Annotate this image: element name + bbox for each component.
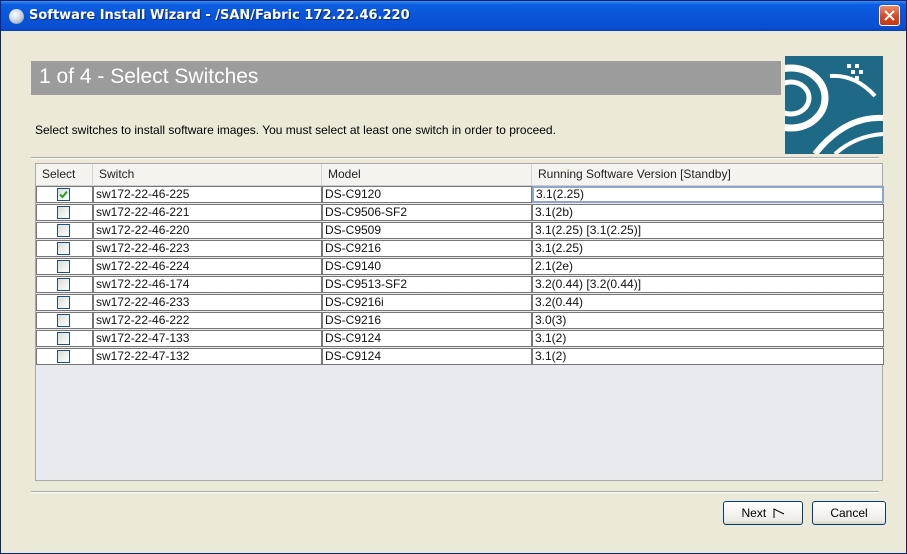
column-header-model[interactable]: Model: [322, 164, 532, 185]
switch-cell[interactable]: sw172-22-47-133: [93, 330, 322, 347]
table-row[interactable]: sw172-22-46-233 DS-C9216i 3.2(0.44): [36, 294, 884, 311]
version-cell[interactable]: 3.0(3): [532, 312, 884, 329]
instructions-text: Select switches to install software imag…: [35, 123, 556, 137]
select-cell: [36, 312, 93, 329]
version-cell[interactable]: 3.1(2): [532, 330, 884, 347]
step-title: 1 of 4 - Select Switches: [39, 65, 259, 88]
version-cell[interactable]: 3.2(0.44) [3.2(0.44)]: [532, 276, 884, 293]
select-checkbox[interactable]: [57, 224, 70, 237]
model-cell[interactable]: DS-C9216: [322, 240, 532, 257]
select-checkbox[interactable]: [57, 188, 70, 201]
select-cell: [36, 222, 93, 239]
select-cell: [36, 330, 93, 347]
switch-cell[interactable]: sw172-22-46-220: [93, 222, 322, 239]
cancel-button[interactable]: Cancel: [812, 501, 886, 525]
table-row[interactable]: sw172-22-46-220 DS-C9509 3.1(2.25) [3.1(2.…: [36, 222, 884, 239]
select-checkbox[interactable]: [57, 278, 70, 291]
footer-divider: [31, 491, 879, 493]
select-checkbox[interactable]: [57, 332, 70, 345]
model-cell[interactable]: DS-C9216: [322, 312, 532, 329]
cisco-logo-icon: [785, 56, 883, 154]
model-cell[interactable]: DS-C9506-SF2: [322, 204, 532, 221]
column-header-version[interactable]: Running Software Version [Standby]: [532, 164, 882, 185]
version-cell[interactable]: 3.1(2b): [532, 204, 884, 221]
close-icon: [884, 10, 895, 21]
select-cell: [36, 276, 93, 293]
version-cell[interactable]: 3.2(0.44): [532, 294, 884, 311]
model-cell[interactable]: DS-C9120: [322, 186, 532, 203]
switch-cell[interactable]: sw172-22-46-223: [93, 240, 322, 257]
next-arrow-icon: [773, 508, 784, 518]
window-title: Software Install Wizard - /SAN/Fabric 17…: [29, 8, 410, 23]
table-header: Select Switch Model Running Software Ver…: [36, 164, 882, 186]
version-cell[interactable]: 2.1(2e): [532, 258, 884, 275]
switch-cell[interactable]: sw172-22-46-174: [93, 276, 322, 293]
version-cell[interactable]: 3.1(2.25): [532, 186, 884, 203]
table-row[interactable]: sw172-22-47-133 DS-C9124 3.1(2): [36, 330, 884, 347]
switch-cell[interactable]: sw172-22-46-225: [93, 186, 322, 203]
model-cell[interactable]: DS-C9513-SF2: [322, 276, 532, 293]
model-cell[interactable]: DS-C9509: [322, 222, 532, 239]
select-cell: [36, 348, 93, 365]
column-header-select[interactable]: Select: [36, 164, 93, 185]
select-checkbox[interactable]: [57, 296, 70, 309]
table-row[interactable]: sw172-22-46-221 DS-C9506-SF2 3.1(2b): [36, 204, 884, 221]
select-checkbox[interactable]: [57, 206, 70, 219]
header-divider: [31, 157, 879, 159]
column-header-switch[interactable]: Switch: [93, 164, 322, 185]
select-checkbox[interactable]: [57, 314, 70, 327]
wizard-window: Software Install Wizard - /SAN/Fabric 17…: [0, 0, 907, 554]
checkmark-icon: [59, 190, 68, 199]
switch-cell[interactable]: sw172-22-46-224: [93, 258, 322, 275]
select-checkbox[interactable]: [57, 242, 70, 255]
table-row[interactable]: sw172-22-46-224 DS-C9140 2.1(2e): [36, 258, 884, 275]
select-checkbox[interactable]: [57, 260, 70, 273]
model-cell[interactable]: DS-C9140: [322, 258, 532, 275]
switch-cell[interactable]: sw172-22-47-132: [93, 348, 322, 365]
switch-cell[interactable]: sw172-22-46-221: [93, 204, 322, 221]
version-cell[interactable]: 3.1(2.25) [3.1(2.25)]: [532, 222, 884, 239]
next-button-label: Next: [741, 506, 767, 520]
select-cell: [36, 294, 93, 311]
version-cell[interactable]: 3.1(2): [532, 348, 884, 365]
select-cell: [36, 258, 93, 275]
close-button[interactable]: [879, 5, 900, 26]
model-cell[interactable]: DS-C9124: [322, 330, 532, 347]
table-row[interactable]: sw172-22-46-222 DS-C9216 3.0(3): [36, 312, 884, 329]
select-checkbox[interactable]: [57, 350, 70, 363]
model-cell[interactable]: DS-C9124: [322, 348, 532, 365]
table-row[interactable]: sw172-22-46-174 DS-C9513-SF2 3.2(0.44) [3.…: [36, 276, 884, 293]
step-banner: 1 of 4 - Select Switches: [31, 61, 781, 95]
table-row[interactable]: sw172-22-46-223 DS-C9216 3.1(2.25): [36, 240, 884, 257]
select-cell: [36, 240, 93, 257]
model-cell[interactable]: DS-C9216i: [322, 294, 532, 311]
app-icon: [9, 9, 24, 24]
version-cell[interactable]: 3.1(2.25): [532, 240, 884, 257]
switch-table[interactable]: Select Switch Model Running Software Ver…: [35, 163, 884, 481]
table-row[interactable]: sw172-22-47-132 DS-C9124 3.1(2): [36, 348, 884, 365]
switch-cell[interactable]: sw172-22-46-222: [93, 312, 322, 329]
select-cell: [36, 186, 93, 203]
title-bar[interactable]: Software Install Wizard - /SAN/Fabric 17…: [1, 1, 906, 31]
next-button[interactable]: Next: [723, 501, 803, 525]
select-cell: [36, 204, 93, 221]
table-row[interactable]: sw172-22-46-225 DS-C9120 3.1(2.25): [36, 186, 884, 203]
switch-cell[interactable]: sw172-22-46-233: [93, 294, 322, 311]
